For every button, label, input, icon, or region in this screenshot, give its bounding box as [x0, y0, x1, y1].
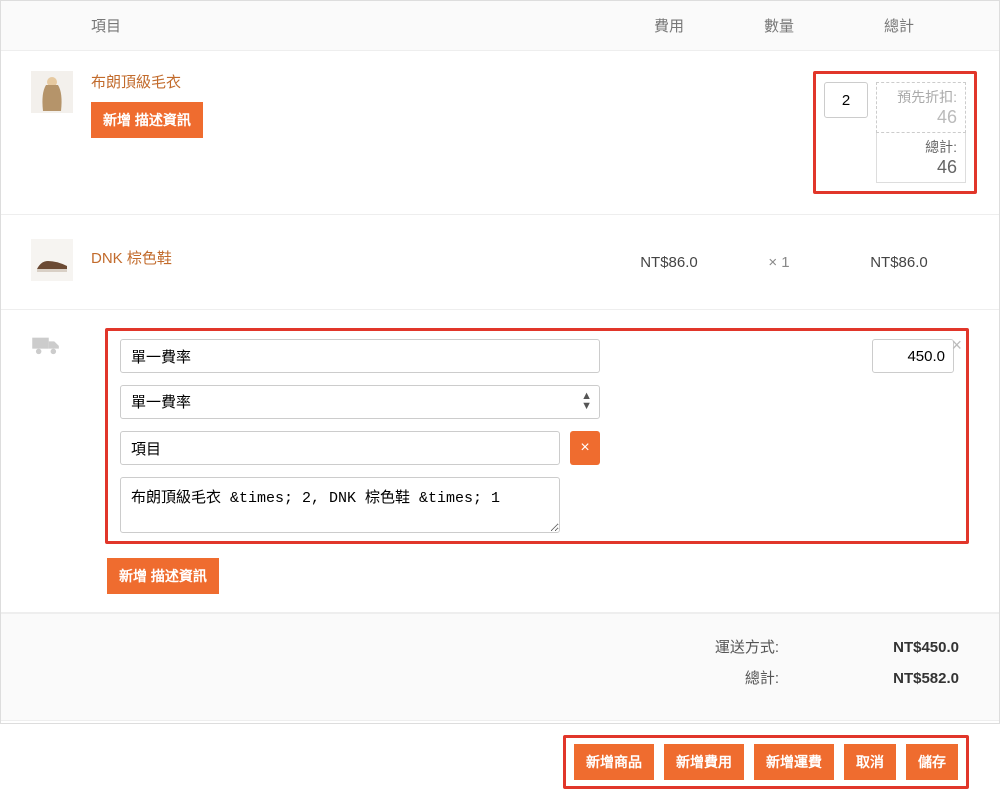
add-shipping-button[interactable]: 新增運費: [754, 744, 834, 780]
totals-section: 運送方式: NT$450.0 總計: NT$582.0: [1, 613, 999, 720]
product-name-link[interactable]: DNK 棕色鞋: [91, 247, 609, 268]
shipping-item-label-input[interactable]: [120, 431, 560, 465]
quantity-input[interactable]: [824, 82, 868, 118]
totals-grand-value: NT$582.0: [839, 670, 959, 687]
qty-total-highlight: 預先折扣: 46 總計: 46: [813, 71, 977, 194]
line-item-row: 布朗頂級毛衣 新增 描述資訊 預先折扣: 46 總計: 46: [1, 50, 999, 214]
totals-shipping-value: NT$450.0: [839, 639, 959, 656]
shoe-illustration-icon: [31, 239, 73, 281]
save-button[interactable]: 儲存: [906, 744, 958, 780]
pre-discount-value: 46: [885, 107, 957, 128]
line-total: NT$86.0: [829, 254, 969, 271]
cancel-button[interactable]: 取消: [844, 744, 896, 780]
totals-grand-label: 總計:: [745, 667, 779, 688]
shipping-items-textarea[interactable]: [120, 477, 560, 533]
header-cost: 費用: [609, 15, 729, 36]
action-buttons-highlight: 新增商品 新增費用 新增運費 取消 儲存: [563, 735, 969, 789]
line-qty: × 1: [729, 254, 829, 271]
close-icon[interactable]: ×: [951, 335, 962, 356]
person-illustration-icon: [31, 71, 73, 113]
line-cost: NT$86.0: [609, 254, 729, 271]
shipping-edit-row: 單一費率 ▲▼ × ×: [1, 309, 999, 554]
totals-shipping-label: 運送方式:: [715, 636, 779, 657]
product-name-link[interactable]: 布朗頂級毛衣: [91, 71, 609, 92]
line-item-row: DNK 棕色鞋 NT$86.0 × 1 NT$86.0: [1, 214, 999, 309]
action-bar: 新增商品 新增費用 新增運費 取消 儲存: [1, 720, 999, 803]
shipping-cost-input[interactable]: [872, 339, 954, 373]
product-thumbnail: [31, 239, 73, 281]
order-items-panel: 項目 費用 數量 總計 布朗頂級毛衣 新增 描述資訊: [0, 0, 1000, 724]
truck-icon: [31, 334, 61, 356]
add-fee-button[interactable]: 新增費用: [664, 744, 744, 780]
header-item: 項目: [91, 15, 609, 36]
add-product-button[interactable]: 新增商品: [574, 744, 654, 780]
add-description-button[interactable]: 新增 描述資訊: [107, 558, 219, 594]
shipping-edit-highlight: 單一費率 ▲▼ × ×: [105, 328, 969, 544]
header-total: 總計: [829, 15, 969, 36]
line-total-box: 總計: 46: [876, 133, 966, 183]
shipping-method-select[interactable]: 單一費率: [120, 385, 600, 419]
header-qty: 數量: [729, 15, 829, 36]
shipping-name-input[interactable]: [120, 339, 600, 373]
items-header-row: 項目 費用 數量 總計: [1, 1, 999, 50]
line-total-value: 46: [885, 157, 957, 178]
remove-meta-button[interactable]: ×: [570, 431, 600, 465]
add-description-button[interactable]: 新增 描述資訊: [91, 102, 203, 138]
pre-discount-box: 預先折扣: 46: [876, 82, 966, 133]
shipping-desc-row: 新增 描述資訊: [1, 554, 999, 613]
line-total-label: 總計:: [885, 137, 957, 157]
product-thumbnail: [31, 71, 73, 113]
pre-discount-label: 預先折扣:: [885, 87, 957, 107]
